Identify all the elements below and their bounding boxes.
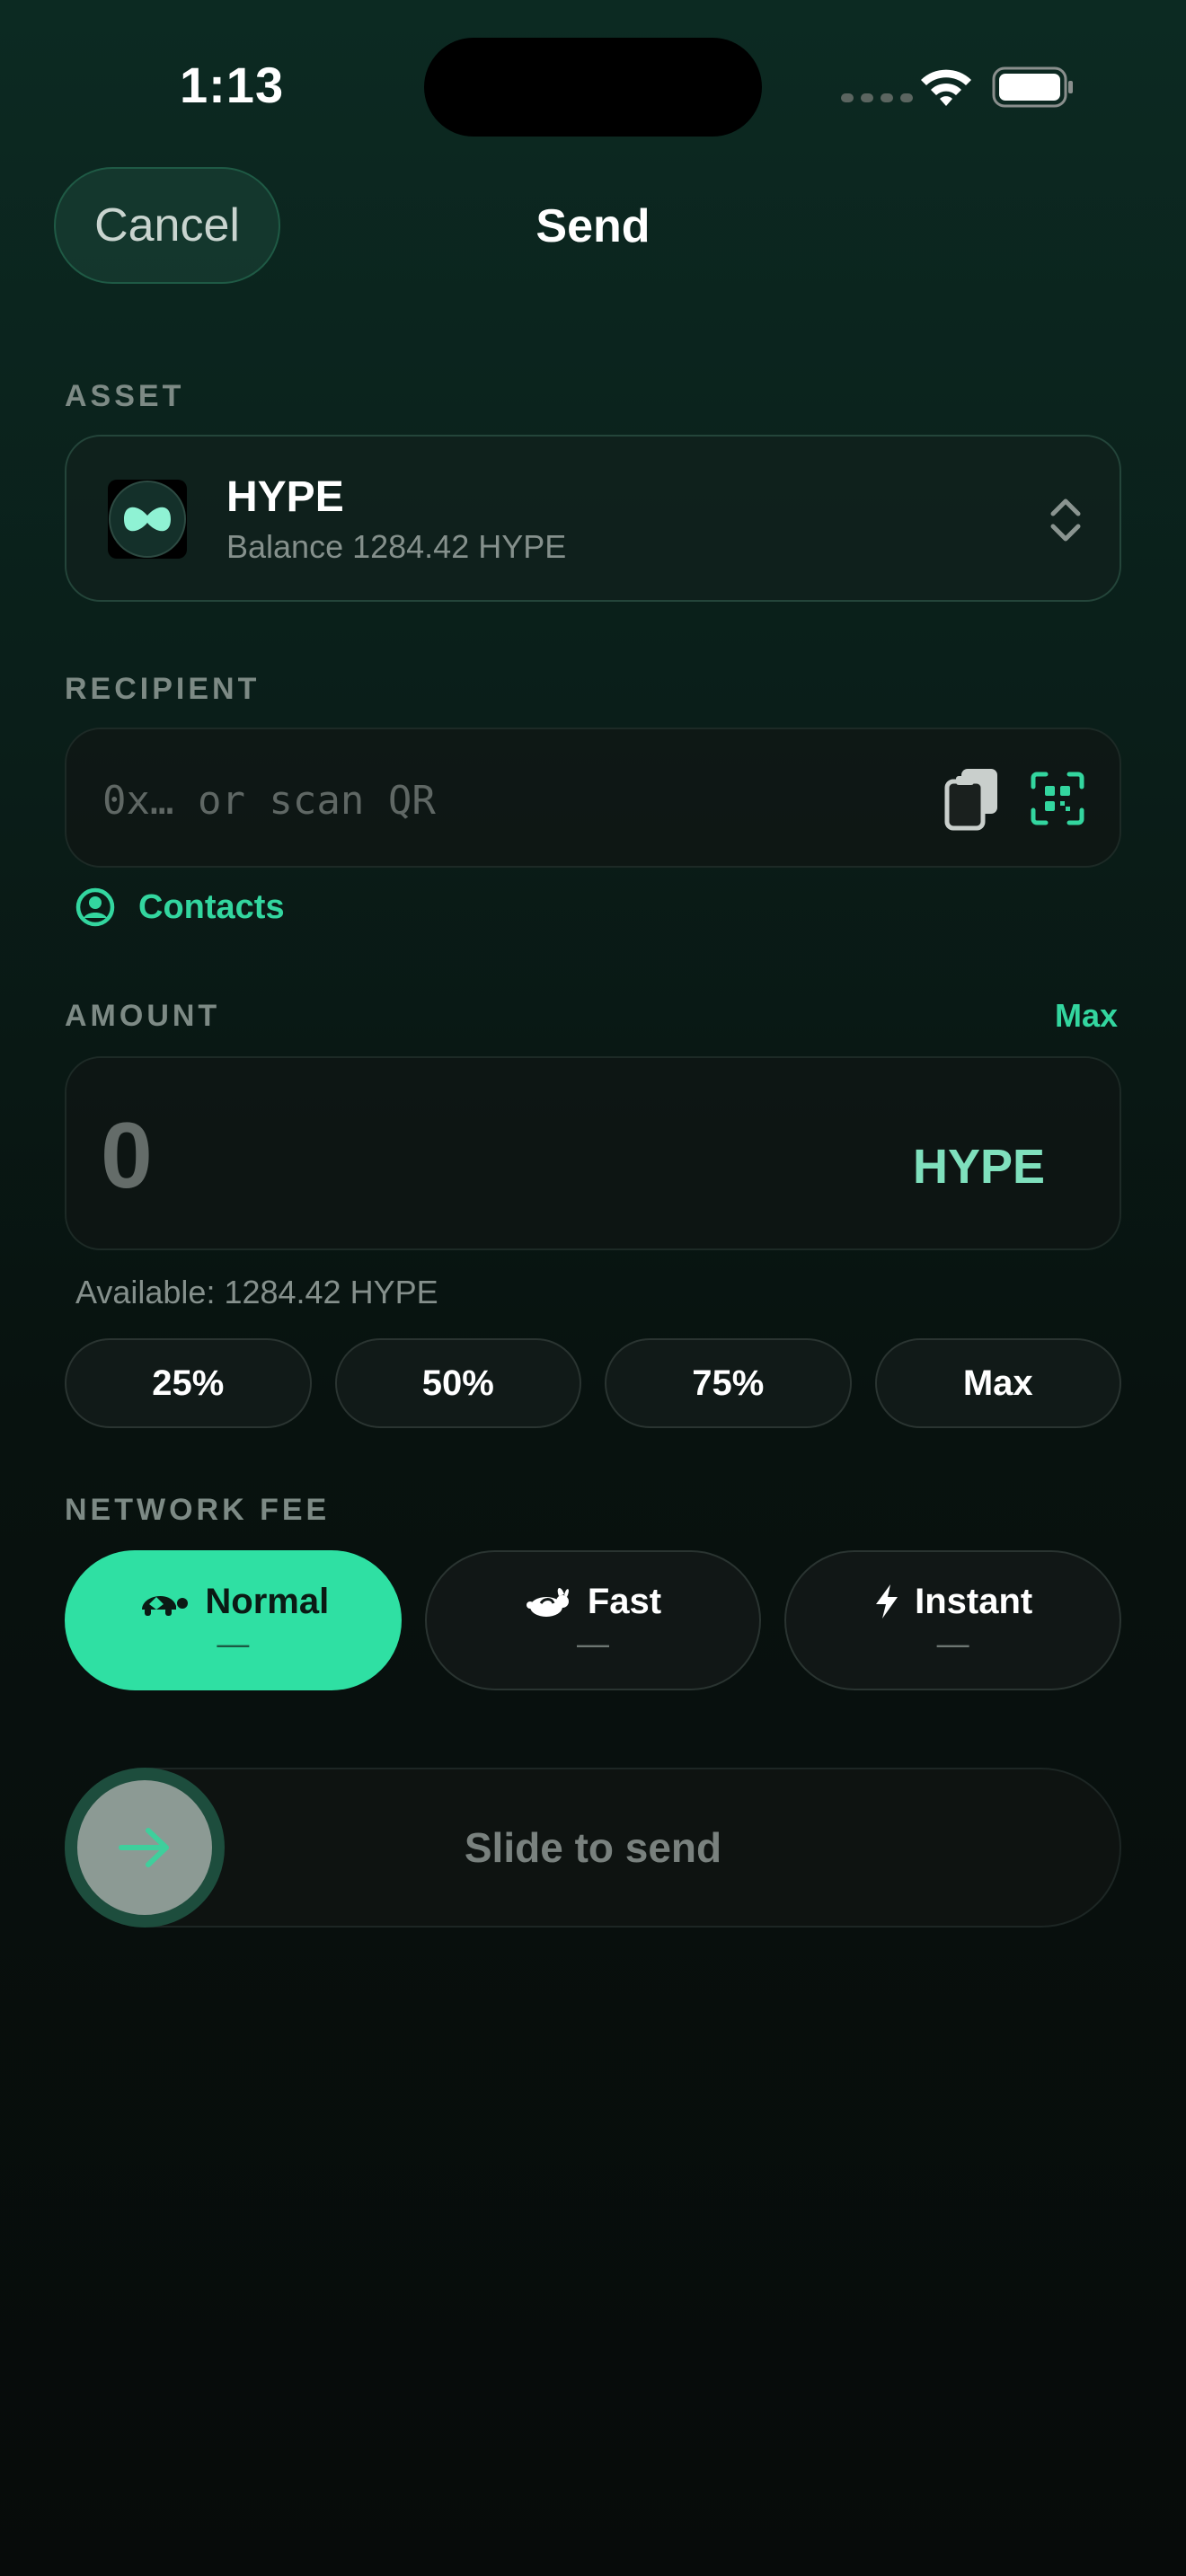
network-fee-section-label: NETWORK FEE bbox=[65, 1493, 331, 1527]
page-title: Send bbox=[535, 200, 651, 252]
quick-amount-options: 25% 50% 75% Max bbox=[65, 1338, 1121, 1428]
chevron-up-down-icon[interactable] bbox=[1044, 494, 1087, 546]
quick-amount-50-button[interactable]: 50% bbox=[334, 1338, 581, 1428]
contacts-label: Contacts bbox=[138, 887, 285, 926]
person-circle-icon bbox=[75, 887, 115, 927]
fee-option-label: Fast bbox=[587, 1581, 662, 1621]
wifi-icon bbox=[921, 69, 971, 106]
asset-section-label: ASSET bbox=[65, 379, 185, 413]
fee-option-label: Instant bbox=[915, 1581, 1033, 1621]
amount-section-label: AMOUNT bbox=[65, 999, 221, 1033]
contacts-button[interactable]: Contacts bbox=[75, 887, 285, 927]
quick-amount-75-button[interactable]: 75% bbox=[605, 1338, 852, 1428]
cellular-signal-icon bbox=[841, 93, 913, 102]
amount-input-value[interactable]: 0 bbox=[101, 1103, 153, 1210]
status-time: 1:13 bbox=[180, 57, 285, 113]
asset-selector[interactable] bbox=[65, 435, 1121, 602]
fee-option-value: — bbox=[577, 1624, 609, 1662]
fee-option-value: — bbox=[936, 1624, 969, 1662]
asset-name: HYPE bbox=[226, 473, 344, 521]
recipient-input[interactable] bbox=[101, 765, 913, 835]
paste-icon[interactable] bbox=[943, 765, 1003, 832]
rabbit-icon bbox=[526, 1588, 569, 1617]
qr-scan-icon[interactable] bbox=[1030, 771, 1085, 826]
fee-option-label: Normal bbox=[205, 1581, 330, 1621]
slide-to-send-handle[interactable] bbox=[65, 1768, 225, 1928]
fee-option-fast[interactable]: Fast — bbox=[424, 1550, 762, 1690]
fee-option-instant[interactable]: Instant — bbox=[784, 1550, 1122, 1690]
dynamic-island bbox=[424, 38, 762, 137]
turtle-icon bbox=[142, 1595, 189, 1616]
battery-icon bbox=[992, 66, 1073, 108]
amount-unit: HYPE bbox=[913, 1140, 1046, 1194]
hype-logo-icon bbox=[108, 480, 187, 559]
bolt-icon bbox=[876, 1584, 898, 1619]
network-fee-options: Normal — Fast — Instant — bbox=[65, 1550, 1122, 1690]
available-balance: Available: 1284.42 HYPE bbox=[75, 1274, 438, 1310]
recipient-section-label: RECIPIENT bbox=[65, 672, 261, 706]
fee-option-value: — bbox=[217, 1624, 250, 1662]
fee-option-normal[interactable]: Normal — bbox=[65, 1550, 402, 1690]
quick-amount-25-button[interactable]: 25% bbox=[65, 1338, 312, 1428]
asset-balance: Balance 1284.42 HYPE bbox=[226, 528, 567, 565]
max-link[interactable]: Max bbox=[1055, 997, 1118, 1035]
quick-amount-max-button[interactable]: Max bbox=[874, 1338, 1121, 1428]
arrow-right-icon bbox=[119, 1828, 169, 1867]
